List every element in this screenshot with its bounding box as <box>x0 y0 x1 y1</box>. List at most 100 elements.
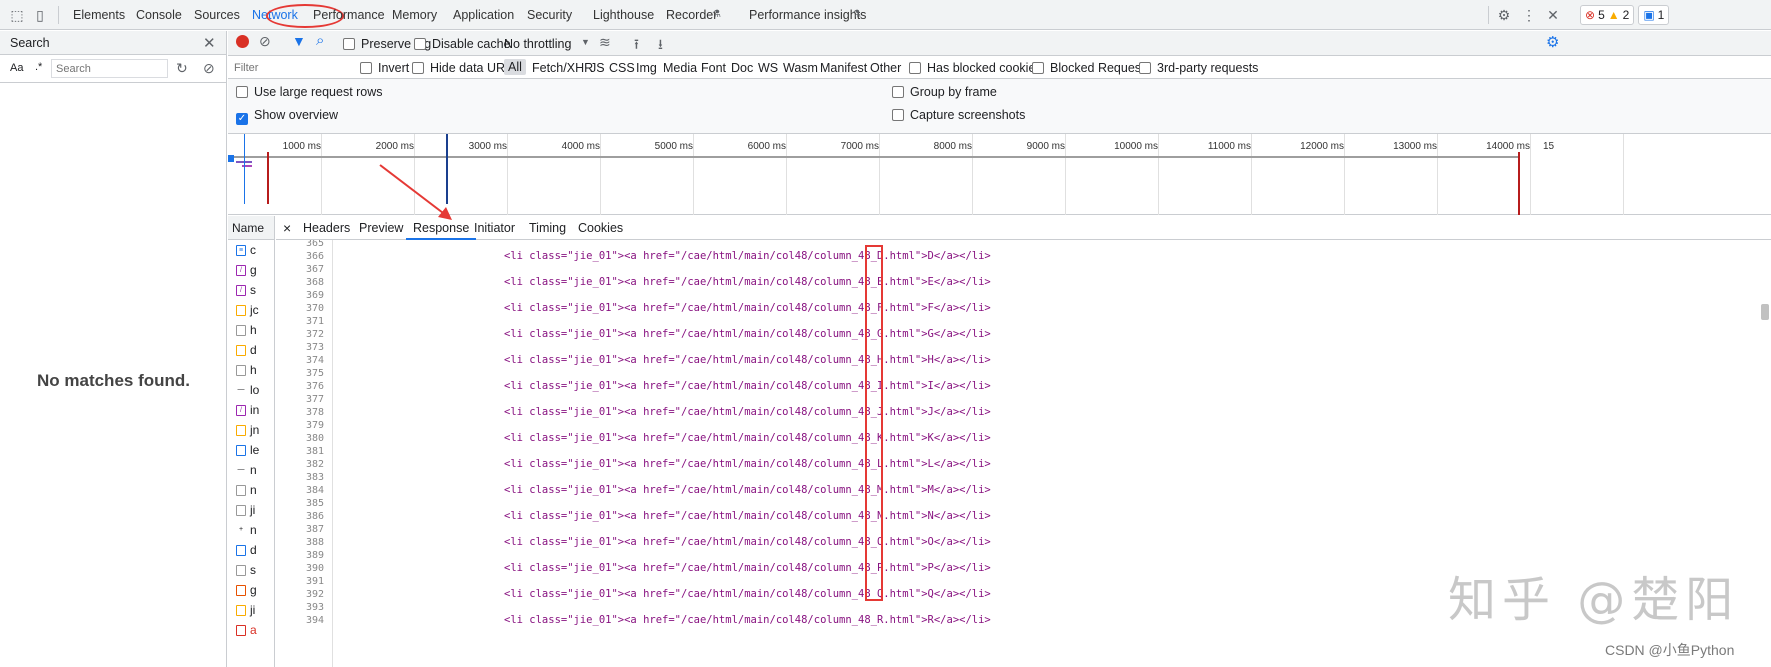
request-name: jc <box>250 303 259 317</box>
hide-data-urls-checkbox[interactable]: Hide data URLs <box>412 61 518 75</box>
filter-css[interactable]: CSS <box>609 61 635 75</box>
tab-sources[interactable]: Sources <box>194 0 240 30</box>
request-row[interactable]: jc <box>228 300 274 320</box>
file-icon <box>236 325 246 336</box>
request-row[interactable]: / g <box>228 260 274 280</box>
blocked-requests-checkbox[interactable]: Blocked Requests <box>1032 61 1151 75</box>
filter-js[interactable]: JS <box>590 61 605 75</box>
clear-icon[interactable]: ⊘ <box>203 60 215 77</box>
match-case-toggle[interactable]: Aa <box>10 62 23 74</box>
line-number-gutter: 365 366 367 368 369 370 371 372 373 374 … <box>276 240 333 667</box>
request-row[interactable]: ji <box>228 500 274 520</box>
tab-performance-insights[interactable]: Performance insights <box>749 0 866 30</box>
filter-fetch-xhr[interactable]: Fetch/XHR <box>532 61 593 75</box>
request-row[interactable]: ji <box>228 600 274 620</box>
name-column-header[interactable]: Name <box>228 216 274 240</box>
request-row[interactable]: a <box>228 620 274 640</box>
device-toolbar-icon[interactable]: ▯ <box>32 7 48 23</box>
search-icon[interactable]: ⌕ <box>316 32 324 49</box>
settings-gear-icon[interactable]: ⚙ <box>1496 7 1512 23</box>
request-row[interactable]: — n <box>228 460 274 480</box>
record-button[interactable] <box>236 35 249 48</box>
close-devtools-icon[interactable]: ✕ <box>1545 7 1561 23</box>
request-row[interactable]: + n <box>228 520 274 540</box>
tab-initiator[interactable]: Initiator <box>474 216 515 240</box>
refresh-icon[interactable]: ↻ <box>176 60 188 77</box>
filter-icon[interactable]: ▼ <box>292 33 306 49</box>
issue-badges: ⊗ 5 ▲ 2 ▣ 1 <box>1580 5 1670 25</box>
tab-cookies[interactable]: Cookies <box>578 216 623 240</box>
request-row[interactable]: d <box>228 540 274 560</box>
tab-application[interactable]: Application <box>453 0 514 30</box>
filter-wasm[interactable]: Wasm <box>783 61 818 75</box>
import-har-icon[interactable]: ⭱ <box>634 34 639 58</box>
blocked-requests-label: Blocked Requests <box>1050 61 1151 75</box>
message-icon: ▣ <box>1643 8 1655 22</box>
request-row[interactable]: s <box>228 560 274 580</box>
tab-lighthouse[interactable]: Lighthouse <box>593 0 654 30</box>
request-name: le <box>250 443 260 457</box>
show-overview-checkbox[interactable]: ✓ Show overview <box>236 108 338 125</box>
script-icon <box>236 345 246 356</box>
request-row[interactable]: ≡ c <box>228 240 274 260</box>
line-number: 391 <box>305 576 324 587</box>
request-row[interactable]: n <box>228 480 274 500</box>
more-options-icon[interactable]: ⋮ <box>1521 7 1537 23</box>
export-har-icon[interactable]: ⭳ <box>658 34 663 58</box>
network-settings-icon[interactable]: ⚙ <box>1546 33 1559 51</box>
invert-checkbox[interactable]: Invert <box>360 61 409 75</box>
tab-security[interactable]: Security <box>527 0 572 30</box>
line-number: 374 <box>305 355 324 366</box>
regex-toggle[interactable]: .* <box>35 61 42 73</box>
tab-recorder[interactable]: Recorder <box>666 0 717 30</box>
issues-counter[interactable]: ▣ 1 <box>1638 5 1670 25</box>
tab-performance[interactable]: Performance <box>313 0 385 30</box>
tab-response[interactable]: Response <box>406 216 477 240</box>
tab-memory[interactable]: Memory <box>392 0 437 30</box>
request-row[interactable]: / s <box>228 280 274 300</box>
tab-elements[interactable]: Elements <box>73 0 125 30</box>
error-warning-counter[interactable]: ⊗ 5 ▲ 2 <box>1580 5 1635 25</box>
timeline-label: 9000 ms <box>1026 141 1065 152</box>
request-row[interactable]: — lo <box>228 380 274 400</box>
network-conditions-icon[interactable]: ≋ <box>599 34 611 51</box>
code-line: <li class="jie_01"><a href="/cae/html/ma… <box>504 432 991 444</box>
request-row[interactable]: le <box>228 440 274 460</box>
request-name: ji <box>250 603 256 617</box>
clear-log-icon[interactable]: ⊘ <box>259 33 271 50</box>
request-row[interactable]: h <box>228 320 274 340</box>
tab-console[interactable]: Console <box>136 0 182 30</box>
request-row[interactable]: g <box>228 580 274 600</box>
close-search-icon[interactable]: ✕ <box>203 34 216 52</box>
vertical-scrollbar-thumb[interactable] <box>1761 304 1769 320</box>
filter-font[interactable]: Font <box>701 61 726 75</box>
has-blocked-cookies-checkbox[interactable]: Has blocked cookies <box>909 61 1042 75</box>
request-row[interactable]: d <box>228 340 274 360</box>
throttling-select[interactable]: No throttling <box>504 37 571 51</box>
filter-img[interactable]: Img <box>636 61 657 75</box>
filter-manifest[interactable]: Manifest <box>820 61 867 75</box>
close-detail-icon[interactable]: × <box>283 216 291 240</box>
filter-input[interactable] <box>230 59 348 76</box>
filter-other[interactable]: Other <box>870 61 901 75</box>
timeline-overview[interactable]: 1000 ms 2000 ms 3000 ms 4000 ms 5000 ms … <box>228 134 1771 215</box>
request-row[interactable]: h <box>228 360 274 380</box>
error-count: 5 <box>1598 8 1605 22</box>
group-by-frame-checkbox[interactable]: Group by frame <box>892 85 997 99</box>
filter-all[interactable]: All <box>504 59 526 75</box>
search-input[interactable] <box>51 59 168 78</box>
filter-ws[interactable]: WS <box>758 61 778 75</box>
inspect-element-icon[interactable]: ⬚ <box>9 7 25 23</box>
capture-screenshots-checkbox[interactable]: Capture screenshots <box>892 108 1025 122</box>
filter-doc[interactable]: Doc <box>731 61 753 75</box>
file-icon <box>236 625 246 636</box>
tab-timing[interactable]: Timing <box>529 216 566 240</box>
tab-headers[interactable]: Headers <box>303 216 350 240</box>
tab-preview[interactable]: Preview <box>359 216 403 240</box>
third-party-checkbox[interactable]: 3rd-party requests <box>1139 61 1258 75</box>
disable-cache-checkbox[interactable]: Disable cache <box>414 37 511 51</box>
filter-media[interactable]: Media <box>663 61 697 75</box>
request-row[interactable]: jn <box>228 420 274 440</box>
large-rows-checkbox[interactable]: Use large request rows <box>236 85 383 99</box>
request-row[interactable]: / in <box>228 400 274 420</box>
